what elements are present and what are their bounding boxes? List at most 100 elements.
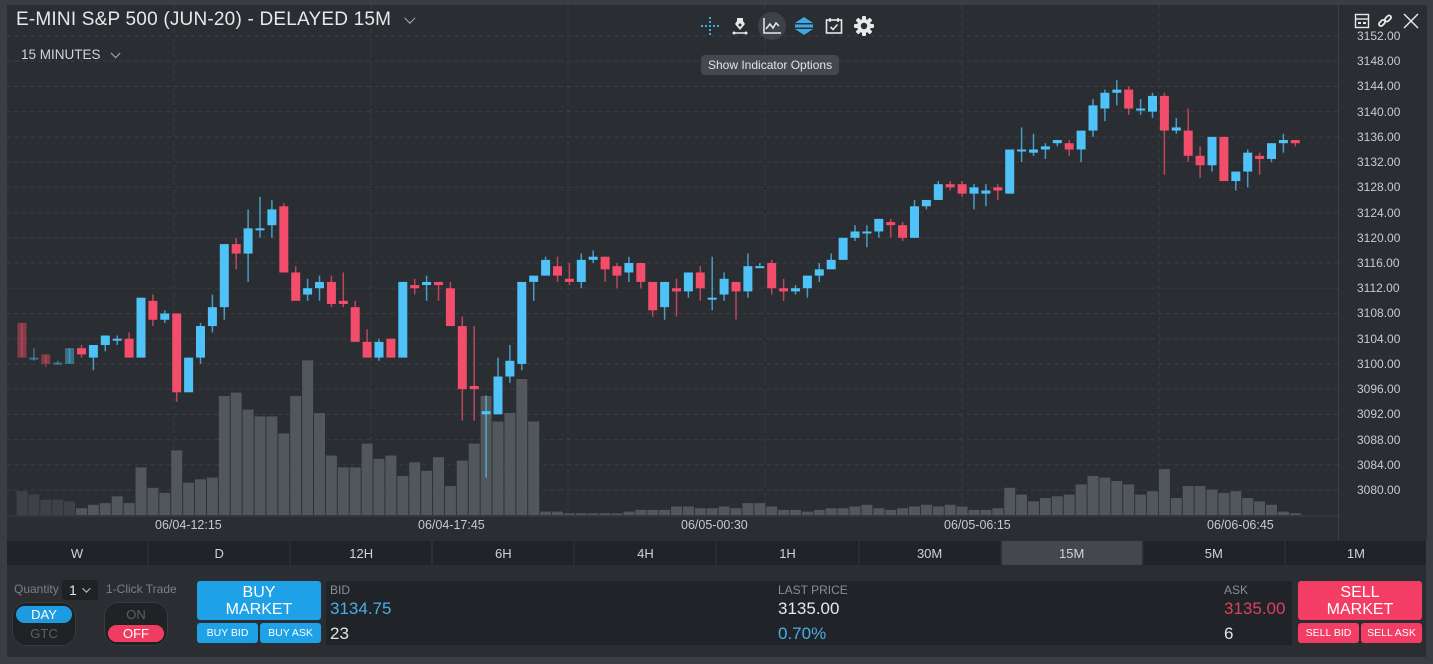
candle-up [791, 288, 800, 292]
timeframe-5m[interactable]: 5M [1143, 541, 1284, 565]
quantity-select[interactable]: 1 [62, 580, 98, 600]
bid-label: BID [330, 583, 351, 597]
candle-up [422, 281, 432, 286]
sell-ask-button[interactable]: SELL ASK [1361, 623, 1422, 643]
volume-bar [861, 504, 873, 515]
candle-down [1159, 95, 1169, 131]
candle-up [88, 344, 98, 358]
volume-bar [242, 409, 254, 515]
buy-market-button[interactable]: BUY MARKET [197, 581, 321, 620]
timeframe-12h[interactable]: 12H [291, 541, 432, 565]
volume-bar [1087, 475, 1099, 515]
candle-up [1017, 149, 1027, 152]
layout-button[interactable] [1351, 10, 1373, 32]
candle-up [624, 263, 634, 273]
volume-bar [16, 491, 28, 515]
candle-up [100, 335, 110, 345]
volume-bar [1147, 491, 1158, 515]
price-axis-label: 3128.00 [1357, 180, 1401, 195]
timeframe-1m[interactable]: 1M [1285, 541, 1426, 565]
tif-day-option[interactable]: DAY [16, 606, 72, 623]
volume-bar [159, 492, 171, 515]
volume-bar [76, 508, 87, 515]
volume-bar [444, 486, 456, 515]
layers-button[interactable] [792, 14, 816, 38]
indicator-options-button[interactable] [758, 12, 786, 40]
volume-bar [456, 460, 468, 515]
volume-bar [99, 503, 111, 515]
one-click-off-option[interactable]: OFF [108, 625, 164, 642]
candle-up [207, 307, 217, 327]
candle-down [279, 206, 289, 273]
candle-down [77, 348, 86, 355]
candle-up [196, 326, 205, 358]
volume-bar [1242, 498, 1254, 515]
buy-ask-button[interactable]: BUY ASK [260, 623, 321, 643]
settings-button[interactable] [852, 14, 876, 38]
volume-bar [1016, 494, 1028, 515]
crosshair-button[interactable] [698, 14, 722, 38]
interval-selector[interactable]: 15 MINUTES [21, 47, 121, 62]
drawing-tools-button[interactable] [728, 14, 752, 38]
volume-bar [421, 470, 433, 515]
ask-price: 3135.00 [1224, 599, 1286, 618]
candle-up [398, 281, 408, 358]
candle-up [1278, 140, 1288, 144]
time-in-force-toggle[interactable]: DAY GTC [12, 602, 76, 646]
candle-up [160, 313, 170, 320]
tif-gtc-option[interactable]: GTC [16, 625, 72, 642]
timeframe-30m[interactable]: 30M [859, 541, 1000, 565]
volume-bar [778, 509, 790, 515]
timeframe-4h[interactable]: 4H [575, 541, 716, 565]
price-axis[interactable]: 3152.00 3148.00 3144.00 3140.00 3136.00 3132.… [1338, 5, 1427, 540]
events-calendar-button[interactable] [822, 14, 846, 38]
timeframe-15m[interactable]: 15M [1001, 541, 1142, 565]
volume-bar [195, 479, 206, 515]
candle-up [981, 190, 991, 194]
buy-bid-button[interactable]: BUY BID [197, 623, 258, 643]
sell-market-button[interactable]: SELL MARKET [1298, 581, 1422, 620]
volume-bar [647, 509, 659, 515]
timeframe-6h[interactable]: 6H [433, 541, 574, 565]
volume-bar [385, 455, 397, 515]
volume-bar [1206, 489, 1218, 515]
timeframe-d[interactable]: D [149, 541, 290, 565]
timeframe-w[interactable]: W [7, 541, 148, 565]
close-button[interactable] [1400, 10, 1422, 32]
sell-bid-button[interactable]: SELL BID [1298, 623, 1359, 643]
candle-down [326, 281, 336, 305]
candle-down [767, 263, 777, 289]
candle-up [267, 209, 277, 226]
candle-up [505, 360, 515, 377]
volume-bar [1230, 491, 1242, 515]
price-axis-label: 3120.00 [1357, 230, 1401, 245]
one-click-on-option[interactable]: ON [108, 606, 164, 623]
volume-bar [28, 494, 40, 515]
candle-down [172, 313, 182, 393]
volume-bar [52, 499, 64, 515]
timeframe-1h[interactable]: 1H [717, 541, 858, 565]
volume-bar [587, 513, 599, 515]
candlestick-chart[interactable] [7, 5, 1338, 517]
link-button[interactable] [1374, 10, 1396, 32]
volume-bar [40, 499, 52, 515]
candle-up [755, 266, 765, 269]
candle-up [576, 259, 586, 282]
volume-bar [1170, 498, 1182, 515]
instrument-selector[interactable]: E-MINI S&P 500 (JUN-20) - DELAYED 15M [16, 9, 416, 31]
one-click-toggle[interactable]: ON OFF [104, 602, 168, 646]
candle-up [481, 411, 491, 415]
candle-up [683, 272, 693, 292]
candle-up [826, 259, 836, 270]
volume-bar [897, 508, 909, 515]
volume-bar [540, 511, 552, 515]
volume-bar [290, 396, 302, 515]
quantity-label: Quantity [14, 582, 59, 596]
interval-label: 15 MINUTES [21, 47, 101, 62]
candle-down [1290, 140, 1300, 144]
candle-up [303, 288, 313, 295]
candle-up [969, 187, 979, 194]
volume-bar [64, 501, 76, 515]
candle-down [338, 300, 348, 305]
volume-bar [1158, 469, 1170, 515]
